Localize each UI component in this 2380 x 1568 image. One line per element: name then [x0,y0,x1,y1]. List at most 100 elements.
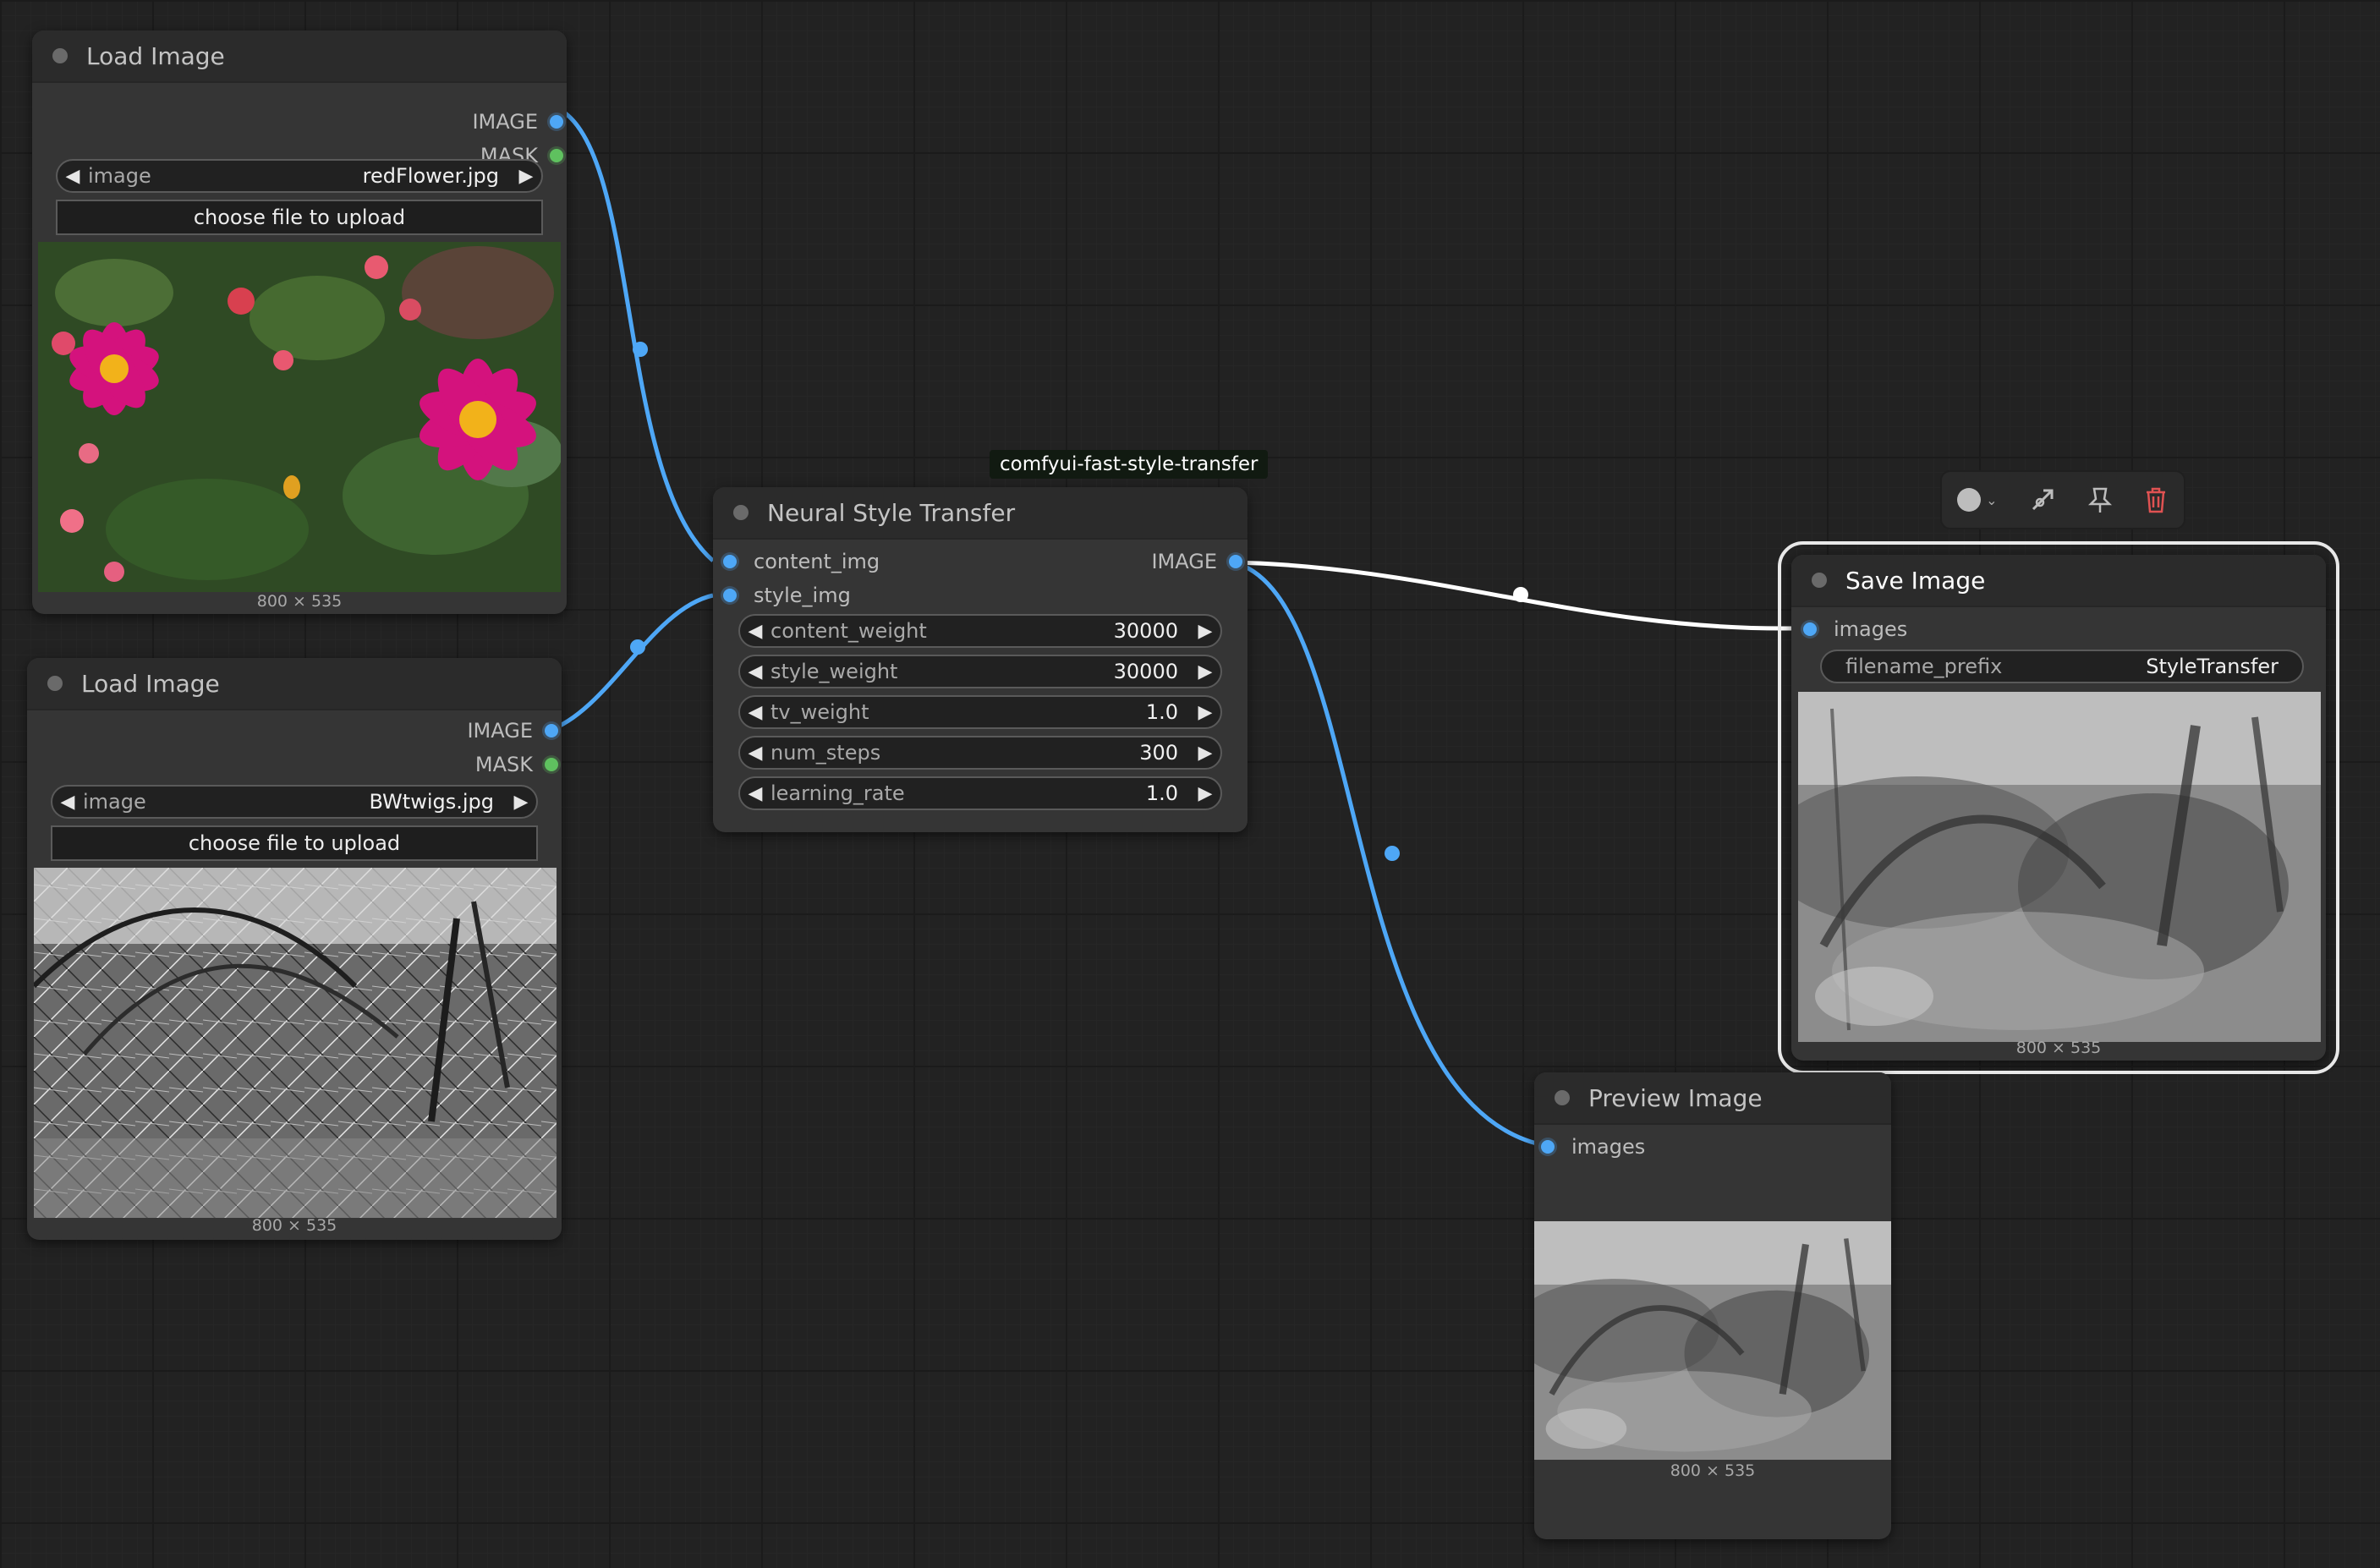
node-source-badge: comfyui-fast-style-transfer [990,450,1269,479]
color-picker-button[interactable]: ⌄ [1957,481,1997,518]
widget-value: 30000 [1113,660,1178,683]
learning-rate-widget[interactable]: ◀ learning_rate 1.0 ▶ [738,776,1222,810]
graph-canvas[interactable]: Load Image IMAGE MASK ◀ image redFlower.… [0,0,2380,1568]
image-output-socket[interactable] [1229,555,1242,568]
node-title: Save Image [1845,566,1986,595]
input-content-img[interactable]: content_img [723,546,880,577]
decrement-arrow-icon[interactable]: ◀ [740,743,770,764]
widget-value: 30000 [1113,619,1178,643]
output-image[interactable]: IMAGE [467,715,562,746]
widget-value: StyleTransfer [2146,655,2279,678]
collapse-dot-icon[interactable] [52,48,68,63]
image-dimensions: 800 × 535 [2015,1039,2102,1057]
node-title-bar[interactable]: Load Image [32,30,567,83]
preview-image-node[interactable]: Preview Image images 800 × 535 [1534,1072,1891,1539]
decrement-arrow-icon[interactable]: ◀ [740,661,770,683]
save-image-node[interactable]: Save Image images filename_prefix StyleT… [1778,541,2339,1074]
widget-label: learning_rate [770,781,905,805]
node-title-bar[interactable]: Save Image [1791,555,2326,607]
link-load1-to-content-img[interactable] [551,103,715,562]
prev-arrow-icon[interactable]: ◀ [52,792,83,813]
pin-button[interactable] [2087,481,2113,518]
increment-arrow-icon[interactable]: ▶ [1190,661,1220,683]
output-image[interactable]: IMAGE [472,107,567,137]
filename-prefix-widget[interactable]: filename_prefix StyleTransfer [1820,650,2304,683]
link-midpoint[interactable] [1513,587,1528,602]
widget-label: content_weight [770,619,927,643]
widget-value: 1.0 [1145,781,1178,805]
input-images[interactable]: images [1803,614,1907,644]
collapse-dot-icon[interactable] [1812,573,1827,588]
widget-label: image [83,790,146,814]
pin-icon [2087,487,2112,513]
image-select-widget[interactable]: ◀ image BWtwigs.jpg ▶ [51,785,538,819]
mask-output-socket[interactable] [545,758,558,771]
image-dimensions: 800 × 535 [1670,1461,1756,1480]
node-title-bar[interactable]: Preview Image [1534,1072,1891,1125]
input-images[interactable]: images [1541,1132,1645,1162]
output-mask[interactable]: MASK [475,749,562,780]
mask-output-socket[interactable] [550,149,563,162]
next-arrow-icon[interactable]: ▶ [511,166,541,187]
bypass-button[interactable] [2028,481,2057,518]
increment-arrow-icon[interactable]: ▶ [1190,743,1220,764]
prev-arrow-icon[interactable]: ◀ [58,166,88,187]
input-style-img[interactable]: style_img [723,580,851,611]
link-midpoint[interactable] [1385,846,1400,861]
input-label: style_img [754,584,851,607]
increment-arrow-icon[interactable]: ▶ [1190,621,1220,642]
node-title: Neural Style Transfer [767,498,1016,527]
node-title-bar[interactable]: Neural Style Transfer [713,487,1248,540]
node-title: Load Image [81,669,220,698]
link-nst-to-preview[interactable] [1231,560,1549,1149]
output-label: IMAGE [1151,550,1217,573]
output-image[interactable]: IMAGE [1151,546,1248,577]
image-dimensions: 800 × 535 [251,1216,337,1235]
link-load2-to-style-img[interactable] [547,593,714,733]
images-input-socket[interactable] [1541,1140,1555,1154]
output-label: IMAGE [472,110,538,134]
load-image-node-2[interactable]: Load Image IMAGE MASK ◀ image BWtwigs.jp… [27,658,562,1240]
output-label: IMAGE [467,719,533,743]
tv-weight-widget[interactable]: ◀ tv_weight 1.0 ▶ [738,695,1222,729]
input-label: images [1571,1135,1646,1159]
node-title-bar[interactable]: Load Image [27,658,562,710]
increment-arrow-icon[interactable]: ▶ [1190,783,1220,804]
image-preview-red-flower [38,242,561,592]
next-arrow-icon[interactable]: ▶ [506,792,536,813]
load-image-node-1[interactable]: Load Image IMAGE MASK ◀ image redFlower.… [32,30,567,614]
input-label: content_img [754,550,880,573]
widget-label: image [88,164,151,188]
decrement-arrow-icon[interactable]: ◀ [740,783,770,804]
increment-arrow-icon[interactable]: ▶ [1190,702,1220,723]
image-output-socket[interactable] [545,724,558,737]
collapse-dot-icon[interactable] [1555,1090,1570,1105]
widget-value: 1.0 [1145,700,1178,724]
color-circle-icon [1957,488,1982,512]
chevron-down-icon: ⌄ [1986,491,1998,508]
upload-button[interactable]: choose file to upload [51,825,538,861]
collapse-dot-icon[interactable] [47,676,63,691]
link-midpoint[interactable] [630,639,645,655]
decrement-arrow-icon[interactable]: ◀ [740,702,770,723]
style-weight-widget[interactable]: ◀ style_weight 30000 ▶ [738,655,1222,688]
upload-button[interactable]: choose file to upload [56,200,543,235]
content-weight-widget[interactable]: ◀ content_weight 30000 ▶ [738,614,1222,648]
link-midpoint[interactable] [633,342,648,357]
delete-button[interactable] [2143,481,2169,518]
node-title: Preview Image [1588,1083,1763,1112]
neural-style-transfer-node[interactable]: Neural Style Transfer content_img style_… [713,487,1248,832]
images-input-socket[interactable] [1803,622,1817,636]
decrement-arrow-icon[interactable]: ◀ [740,621,770,642]
image-output-socket[interactable] [550,115,563,129]
style-img-input-socket[interactable] [723,589,737,602]
content-img-input-socket[interactable] [723,555,737,568]
image-select-widget[interactable]: ◀ image redFlower.jpg ▶ [56,159,543,193]
link-nst-to-save[interactable] [1231,560,1792,631]
image-preview-bw-twigs [34,868,557,1218]
num-steps-widget[interactable]: ◀ num_steps 300 ▶ [738,736,1222,770]
trash-icon [2146,487,2165,513]
collapse-dot-icon[interactable] [733,505,749,520]
output-label: MASK [474,753,533,776]
bypass-icon [2032,489,2054,511]
